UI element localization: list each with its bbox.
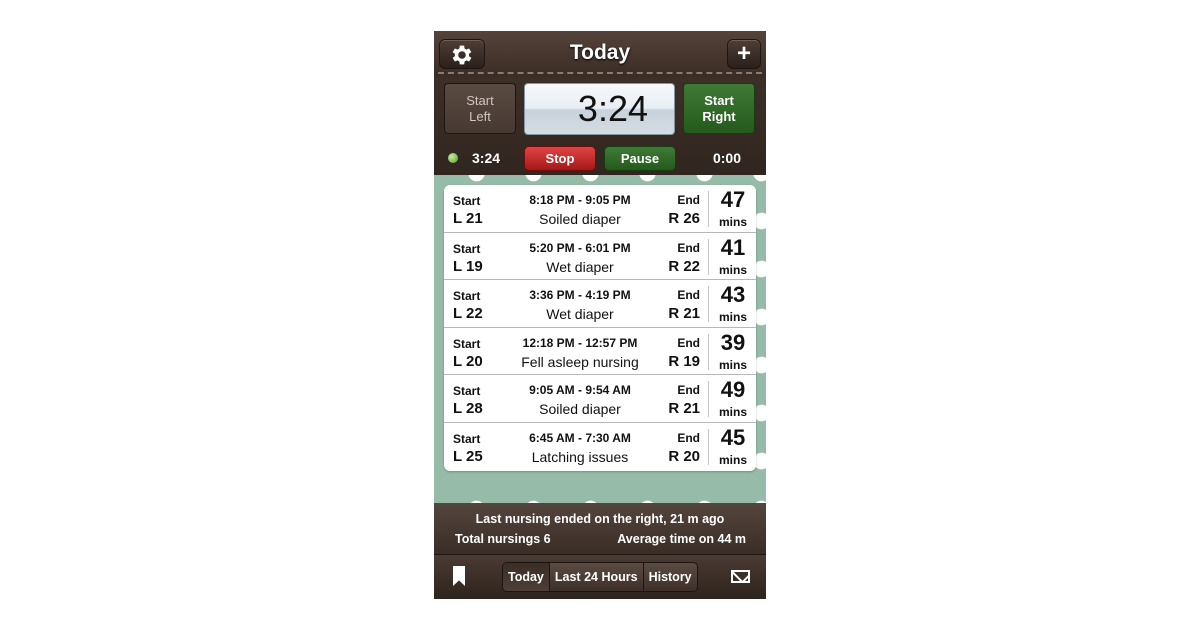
end-side: R 21 [668,305,700,323]
time-range: 5:20 PM - 6:01 PM [529,240,631,255]
tab-today[interactable]: Today [503,563,550,591]
row-divider [708,238,709,275]
start-side: L 28 [453,400,483,418]
end-label: End [677,430,700,445]
plus-icon: + [736,40,751,67]
settings-button[interactable] [439,39,485,69]
session-row[interactable]: Start L 28 9:05 AM - 9:54 AM Soiled diap… [444,375,756,423]
end-label: End [677,288,700,303]
active-side-indicator-icon [448,153,458,163]
session-note: Latching issues [531,448,629,465]
start-label: Start [453,336,481,351]
session-row[interactable]: Start L 20 12:18 PM - 12:57 PM Fell asle… [444,328,756,376]
total-nursings-text: Total nursings 6 [455,532,551,546]
session-note: Soiled diaper [539,401,621,418]
timer-display: 3:24 [524,83,675,135]
duration-unit: mins [718,357,747,372]
duration-value: 47 [720,187,746,212]
end-label: End [677,383,700,398]
duration-value: 45 [720,424,746,450]
time-range: 6:45 AM - 7:30 AM [529,430,631,445]
app-screen: Today + Start Left 3:24 Start Right 3:24… [434,31,766,599]
page-title: Today [569,41,631,64]
tab-history[interactable]: History [643,563,697,591]
time-range: 9:05 AM - 9:54 AM [529,383,631,398]
row-divider [708,333,709,370]
end-side: R 22 [668,257,700,275]
row-divider [708,191,709,227]
right-elapsed-time: 0:00 [712,150,741,166]
duration-unit: mins [718,452,747,467]
duration-unit: mins [718,405,747,420]
start-side: L 19 [453,257,483,275]
start-left-button[interactable]: Start Left [444,83,516,134]
gear-icon [452,45,472,65]
duration-value: 43 [720,282,746,308]
end-side: R 21 [668,400,700,418]
session-note: Soiled diaper [539,211,621,227]
duration-unit: mins [718,262,747,277]
session-list: Start L 21 8:18 PM - 9:05 PM Soiled diap… [444,185,756,471]
nav-bar: Today + [434,31,766,77]
duration-value: 41 [720,234,746,260]
end-side: R 20 [668,447,700,465]
start-right-label-line1: Start [704,93,734,108]
start-right-button[interactable]: Start Right [683,83,755,134]
end-label: End [677,193,700,207]
start-label: Start [453,241,481,256]
session-row[interactable]: Start L 21 8:18 PM - 9:05 PM Soiled diap… [444,185,756,233]
start-side: L 22 [453,305,483,323]
start-left-label-line2: Left [469,109,491,124]
start-side: L 25 [453,447,483,465]
duration-unit: mins [718,215,747,229]
add-session-button[interactable]: + [727,39,761,69]
start-label: Start [453,384,481,399]
end-label: End [677,240,700,255]
stop-button[interactable]: Stop [524,146,596,171]
end-label: End [677,335,700,350]
start-left-label-line1: Start [466,93,494,108]
timer-panel: Start Left 3:24 Start Right 3:24 Stop Pa… [434,77,766,175]
row-divider [708,381,709,418]
start-label: Start [453,194,481,208]
bottom-toolbar: Today Last 24 Hours History [434,554,766,599]
duration-unit: mins [718,310,747,325]
session-note: Fell asleep nursing [521,353,639,370]
session-row[interactable]: Start L 19 5:20 PM - 6:01 PM Wet diaper … [444,233,756,281]
session-list-area: Start L 21 8:18 PM - 9:05 PM Soiled diap… [434,175,766,503]
session-row[interactable]: Start L 25 6:45 AM - 7:30 AM Latching is… [444,423,756,471]
end-side: R 19 [668,352,700,370]
summary-panel: Last nursing ended on the right, 21 m ag… [434,503,766,554]
time-range: 12:18 PM - 12:57 PM [522,335,638,350]
left-elapsed-time: 3:24 [472,150,501,166]
time-range: 8:18 PM - 9:05 PM [529,193,631,207]
view-segmented-control: Today Last 24 Hours History [502,562,698,592]
last-nursing-text: Last nursing ended on the right, 21 m ag… [475,512,725,526]
mail-icon[interactable] [731,570,750,583]
duration-value: 39 [720,329,746,355]
duration-value: 49 [720,377,746,403]
row-divider [708,286,709,323]
session-note: Wet diaper [546,306,614,323]
time-range: 3:36 PM - 4:19 PM [529,288,631,303]
stitch-divider [438,72,762,74]
start-right-label-line2: Right [702,109,736,124]
timer-controls: 3:24 Stop Pause 0:00 [434,145,766,173]
average-time-text: Average time on 44 m [617,532,746,546]
row-divider [708,428,709,465]
start-side: L 21 [453,210,483,227]
start-label: Start [453,431,481,446]
bookmark-icon[interactable] [453,566,465,586]
session-row[interactable]: Start L 22 3:36 PM - 4:19 PM Wet diaper … [444,280,756,328]
pause-button[interactable]: Pause [604,146,676,171]
session-note: Wet diaper [546,258,614,275]
tab-last-24-hours[interactable]: Last 24 Hours [549,563,644,591]
start-side: L 20 [453,352,483,370]
end-side: R 26 [668,210,700,227]
start-label: Start [453,289,481,304]
